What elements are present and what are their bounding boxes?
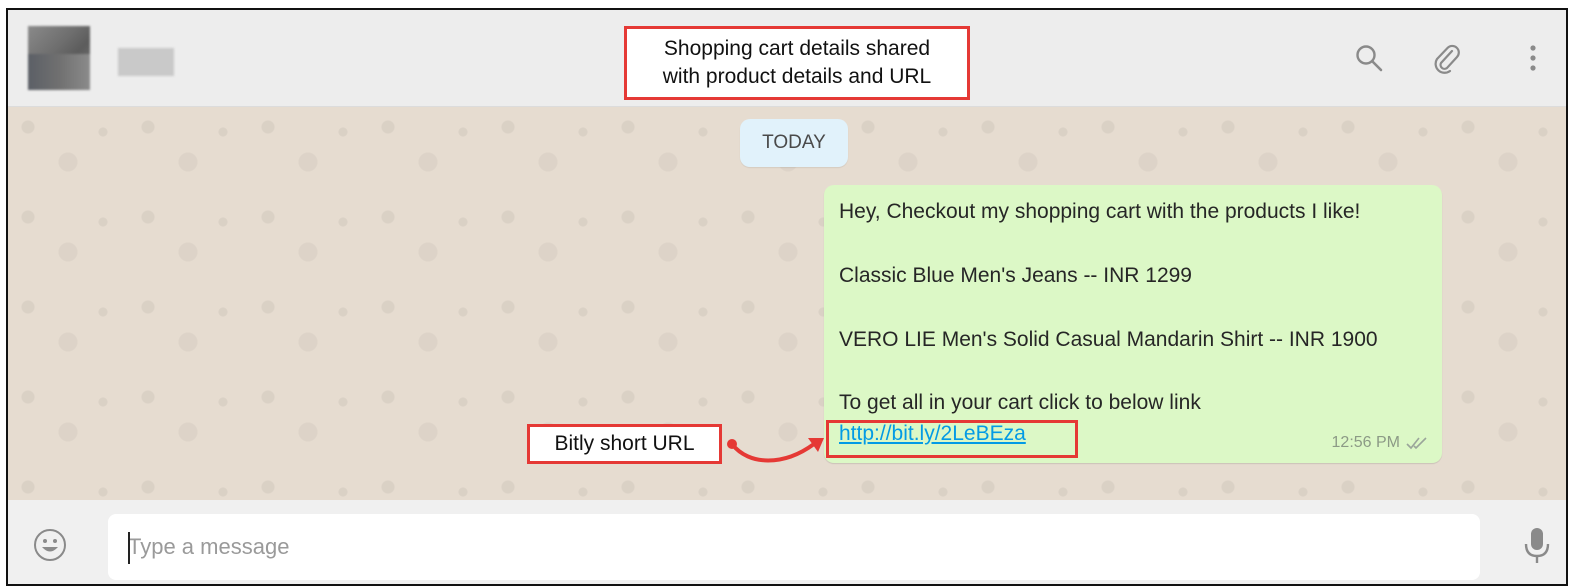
header-annotation-line-1: Shopping cart details shared [663, 37, 931, 60]
more-vertical-icon[interactable] [1515, 40, 1551, 76]
header-annotation: Shopping cart details shared with produc… [624, 26, 970, 100]
message-meta: 12:56 PM [1332, 431, 1428, 455]
message-line-4: To get all in your cart click to below l… [839, 391, 1201, 414]
chat-area: TODAY Hey, Checkout my shopping cart wit… [8, 107, 1566, 500]
message-time: 12:56 PM [1331, 434, 1400, 451]
bitly-annotation: Bitly short URL [527, 424, 722, 464]
message-line-2: Classic Blue Men's Jeans -- INR 1299 [839, 264, 1192, 287]
paperclip-icon[interactable] [1428, 40, 1464, 76]
chat-header: Shopping cart details shared with produc… [8, 10, 1566, 107]
microphone-icon[interactable] [1522, 526, 1558, 566]
compose-bar [8, 500, 1566, 584]
date-chip: TODAY [740, 119, 848, 167]
search-icon[interactable] [1351, 40, 1387, 76]
emoji-icon[interactable] [32, 527, 68, 563]
text-caret [128, 532, 130, 564]
message-line-1: Hey, Checkout my shopping cart with the … [839, 200, 1361, 223]
annotation-arrow [727, 438, 824, 463]
whatsapp-window: Shopping cart details shared with produc… [6, 8, 1568, 586]
message-line-3: VERO LIE Men's Solid Casual Mandarin Shi… [839, 328, 1378, 351]
contact-avatar[interactable] [28, 26, 90, 90]
message-input[interactable] [108, 514, 1480, 580]
header-annotation-line-2: with product details and URL [662, 65, 932, 88]
double-check-icon [1406, 437, 1427, 450]
url-highlight [826, 420, 1078, 458]
contact-name-blurred[interactable] [118, 48, 174, 76]
